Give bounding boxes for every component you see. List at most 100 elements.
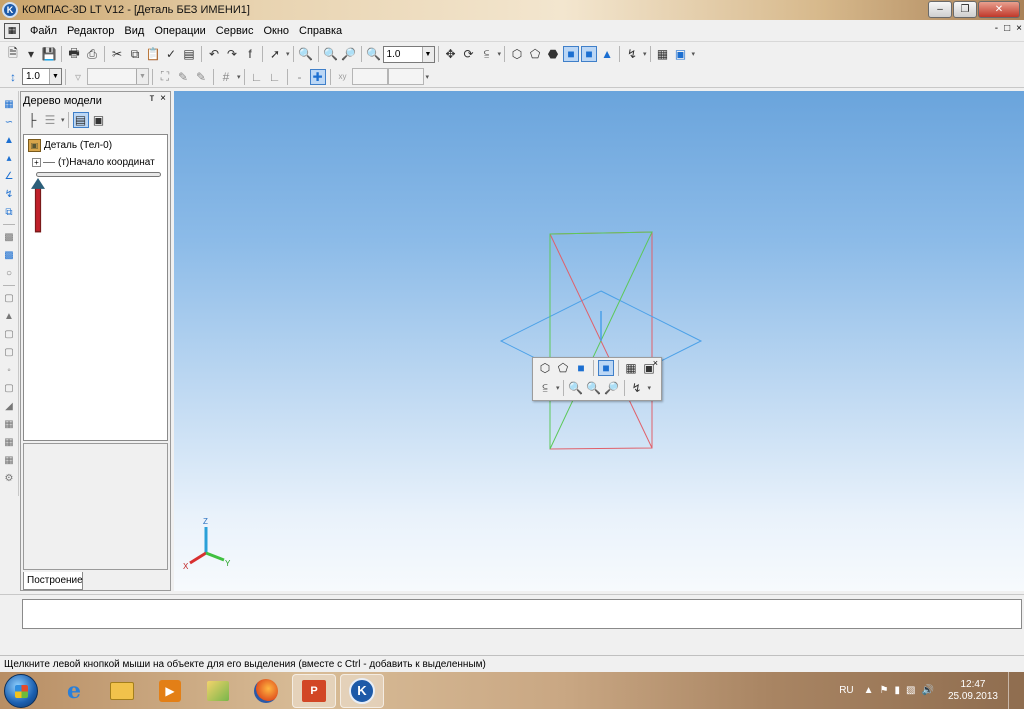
cut-extrude-icon[interactable]: ▢: [2, 291, 16, 305]
parametric-icon[interactable]: ✎: [193, 69, 209, 85]
menu-help[interactable]: Справка: [295, 25, 348, 37]
shaded-edges-icon[interactable]: ■: [581, 46, 598, 62]
expand-icon[interactable]: +: [32, 158, 41, 167]
paste-icon[interactable]: 📋: [145, 46, 161, 62]
close-icon[interactable]: ×: [160, 93, 166, 104]
doc-minimize-button[interactable]: -: [995, 23, 998, 34]
menu-editor[interactable]: Редактор: [63, 25, 120, 37]
function-icon[interactable]: f: [242, 46, 258, 62]
toolbar-overflow-icon[interactable]: ▾: [692, 50, 696, 58]
grid-icon[interactable]: #: [218, 69, 234, 85]
menu-view[interactable]: Вид: [120, 25, 150, 37]
rotate-icon[interactable]: ⟳: [461, 46, 477, 62]
properties-icon[interactable]: ▤: [181, 46, 197, 62]
dimensions-icon[interactable]: ∠: [2, 169, 16, 183]
kinematic-icon[interactable]: ○: [2, 266, 16, 280]
operation-edit-icon[interactable]: ✎: [175, 69, 191, 85]
zoom-in-icon[interactable]: 🔍: [586, 380, 602, 396]
shell-icon[interactable]: ▦: [2, 417, 16, 431]
perspective-icon[interactable]: ▲: [599, 46, 615, 62]
cut-rotation-icon[interactable]: ▲: [2, 309, 16, 323]
taskbar-ie[interactable]: e: [52, 674, 96, 708]
array-icon[interactable]: ⚙: [2, 471, 16, 485]
measure-icon[interactable]: ⧉: [2, 205, 16, 219]
hidden-thin-icon[interactable]: ⬣: [545, 46, 561, 62]
show-desktop-button[interactable]: [1008, 672, 1018, 709]
filters-icon[interactable]: ↯: [624, 46, 640, 62]
fillet-icon[interactable]: ◦: [2, 363, 16, 377]
tree-horizontal-scrollbar[interactable]: [36, 172, 161, 177]
zoom-scale-icon[interactable]: 🔍: [366, 46, 382, 62]
show-hidden-icons-icon[interactable]: ▲: [864, 685, 874, 696]
shaded-edges-icon[interactable]: ■: [598, 360, 614, 376]
clock[interactable]: 12:47 25.09.2013: [948, 679, 998, 703]
zoom-window-icon[interactable]: 🔍: [568, 380, 584, 396]
menu-window[interactable]: Окно: [259, 25, 295, 37]
snap-icon[interactable]: ✚: [309, 68, 326, 85]
part-editing-icon[interactable]: ▦: [2, 97, 16, 111]
chevron-down-icon[interactable]: ▼: [421, 46, 434, 62]
rotation-op-icon[interactable]: ▩: [2, 248, 16, 262]
cursor-step-combo[interactable]: 1.0 ▼: [22, 68, 62, 85]
chamfer-icon[interactable]: ▢: [2, 381, 16, 395]
wireframe-icon[interactable]: ⬡: [537, 360, 553, 376]
redo-icon[interactable]: ↷: [224, 46, 240, 62]
doc-close-button[interactable]: ×: [1016, 23, 1022, 34]
selection-filter-icon[interactable]: ↯: [2, 187, 16, 201]
orientation-icon[interactable]: ⫅: [537, 380, 553, 396]
volume-icon[interactable]: 🔊: [921, 685, 933, 696]
auxiliary-geometry-icon[interactable]: ▴: [2, 151, 16, 165]
taskbar-presentation[interactable]: [196, 674, 240, 708]
taskbar-firefox[interactable]: [244, 674, 288, 708]
manager-icon[interactable]: ▣: [673, 46, 689, 62]
pan-icon[interactable]: ✥: [443, 46, 459, 62]
rebuild-icon[interactable]: ▦: [623, 360, 639, 376]
document-icon[interactable]: ▦: [4, 22, 20, 39]
tree-child-item[interactable]: + (т)Начало координат: [32, 157, 155, 168]
round-icon[interactable]: ‐: [292, 69, 308, 85]
zoom-out-icon[interactable]: 🔎: [341, 46, 357, 62]
toolbar-overflow-icon[interactable]: ▾: [426, 73, 430, 81]
curves-icon[interactable]: ∽: [2, 115, 16, 129]
sketch-icon[interactable]: ⛶: [157, 69, 173, 85]
filters-dropdown-icon[interactable]: ▾: [648, 384, 652, 392]
network-icon[interactable]: ▧: [906, 685, 915, 696]
menu-operations[interactable]: Операции: [150, 25, 211, 37]
hidden-lines-icon[interactable]: ⬠: [555, 360, 571, 376]
zoom-out-icon[interactable]: 🔎: [604, 380, 620, 396]
taskbar-media[interactable]: ▶: [148, 674, 192, 708]
print-preview-icon[interactable]: 🖶: [66, 46, 82, 62]
tab-construction[interactable]: Построение: [23, 572, 83, 590]
taskbar-powerpoint[interactable]: P: [292, 673, 336, 708]
menu-file[interactable]: Файл: [26, 25, 63, 37]
tree-root-item[interactable]: ▣ Деталь (Тел-0): [28, 139, 112, 152]
chevron-down-icon[interactable]: ▼: [49, 69, 61, 84]
pin-icon[interactable]: т: [150, 93, 155, 104]
rib-icon[interactable]: ◢: [2, 399, 16, 413]
filters-icon[interactable]: ↯: [629, 380, 645, 396]
usb-device-icon[interactable]: ▮: [895, 685, 901, 696]
rebuild-icon[interactable]: ▦: [655, 46, 671, 62]
tree-view-icon[interactable]: ▤: [72, 112, 89, 128]
taskbar-explorer[interactable]: [100, 674, 144, 708]
filters-dropdown-icon[interactable]: ▾: [643, 50, 647, 58]
incline-icon[interactable]: ▦: [2, 435, 16, 449]
open-document-icon[interactable]: ▾: [23, 46, 39, 62]
surfaces-icon[interactable]: ▲: [2, 133, 16, 147]
taskbar-kompas[interactable]: K: [340, 673, 384, 708]
print-icon[interactable]: ⎙: [84, 46, 100, 62]
orientation-dropdown-icon[interactable]: ▾: [498, 50, 502, 58]
model-viewport[interactable]: × ⬡ ⬠ ■ ■ ▦ ▣ ⫅ ▾ 🔍 🔍 🔎 ↯ ▾ Z X Y: [174, 91, 1024, 591]
shaded-icon[interactable]: ■: [563, 46, 580, 62]
local-cs-icon[interactable]: ∟: [249, 69, 265, 85]
build-order-icon[interactable]: ├: [24, 112, 40, 128]
language-indicator[interactable]: RU: [839, 685, 853, 696]
structure-dropdown-icon[interactable]: ▾: [61, 116, 65, 124]
start-button[interactable]: [4, 673, 38, 708]
minimize-button[interactable]: –: [928, 1, 952, 18]
orientation-dropdown-icon[interactable]: ▾: [556, 384, 560, 392]
format-brush-icon[interactable]: ✓: [163, 46, 179, 62]
toolbar-overflow-icon[interactable]: ▾: [286, 50, 290, 58]
doc-restore-button[interactable]: □: [1004, 23, 1010, 34]
restore-button[interactable]: ❐: [953, 1, 977, 18]
